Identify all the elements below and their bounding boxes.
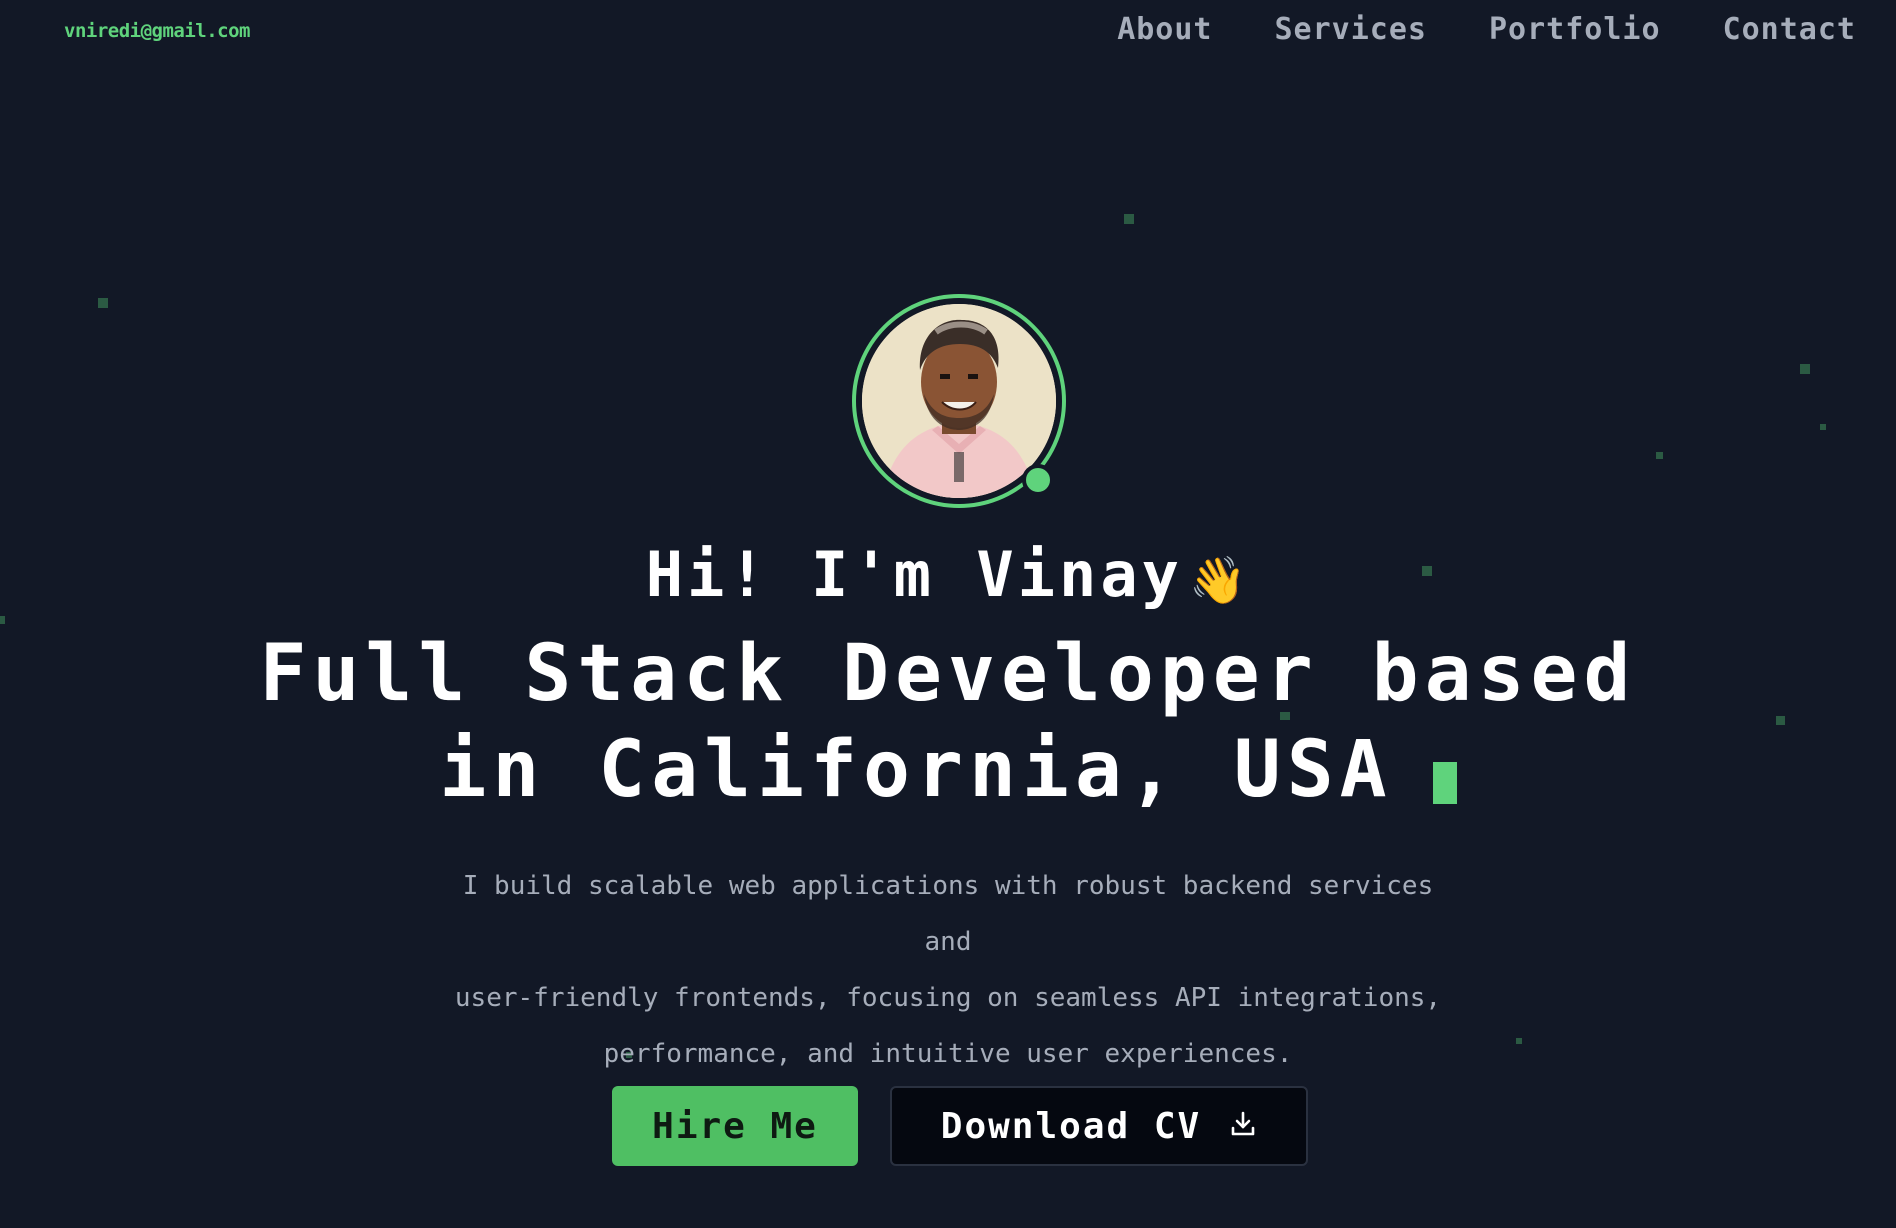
background-pixel xyxy=(1516,1038,1522,1044)
background-pixel xyxy=(0,616,5,624)
description-line-1: I build scalable web applications with r… xyxy=(462,871,1434,957)
background-pixel xyxy=(1656,452,1663,459)
waving-hand-icon: 👋 xyxy=(1188,553,1251,607)
download-cv-label: Download CV xyxy=(940,1105,1202,1147)
headline-line-2: in California, USA xyxy=(439,725,1393,815)
hero-headline: Full Stack Developer based in California… xyxy=(150,626,1746,818)
headline-line-1: Full Stack Developer based xyxy=(259,629,1637,719)
download-icon xyxy=(1229,1106,1257,1147)
nav-services[interactable]: Services xyxy=(1275,12,1428,47)
background-pixel xyxy=(1800,364,1810,374)
nav-portfolio[interactable]: Portfolio xyxy=(1489,12,1661,47)
email-link[interactable]: vniredi@gmail.com xyxy=(64,20,250,42)
background-pixel xyxy=(1776,716,1785,725)
typing-cursor xyxy=(1432,762,1457,804)
description-line-3: performance, and intuitive user experien… xyxy=(603,1039,1293,1069)
background-pixel xyxy=(1820,424,1826,430)
download-cv-button[interactable]: Download CV xyxy=(890,1086,1308,1166)
headline-line-2-wrap: in California, USA xyxy=(150,722,1746,818)
profile-avatar xyxy=(852,294,1066,508)
hire-me-button[interactable]: Hire Me xyxy=(612,1086,858,1166)
background-pixel xyxy=(98,298,108,308)
online-status-dot xyxy=(1022,464,1054,496)
description-line-2: user-friendly frontends, focusing on sea… xyxy=(454,983,1442,1013)
nav-contact[interactable]: Contact xyxy=(1723,12,1856,47)
nav-about[interactable]: About xyxy=(1117,12,1212,47)
hero-greeting: Hi! I'm Vinay 👋 xyxy=(0,538,1896,611)
background-pixel xyxy=(1124,214,1134,224)
greeting-text: Hi! I'm Vinay xyxy=(645,538,1183,611)
main-nav: About Services Portfolio Contact xyxy=(1117,12,1856,47)
hero-description: I build scalable web applications with r… xyxy=(440,858,1456,1082)
